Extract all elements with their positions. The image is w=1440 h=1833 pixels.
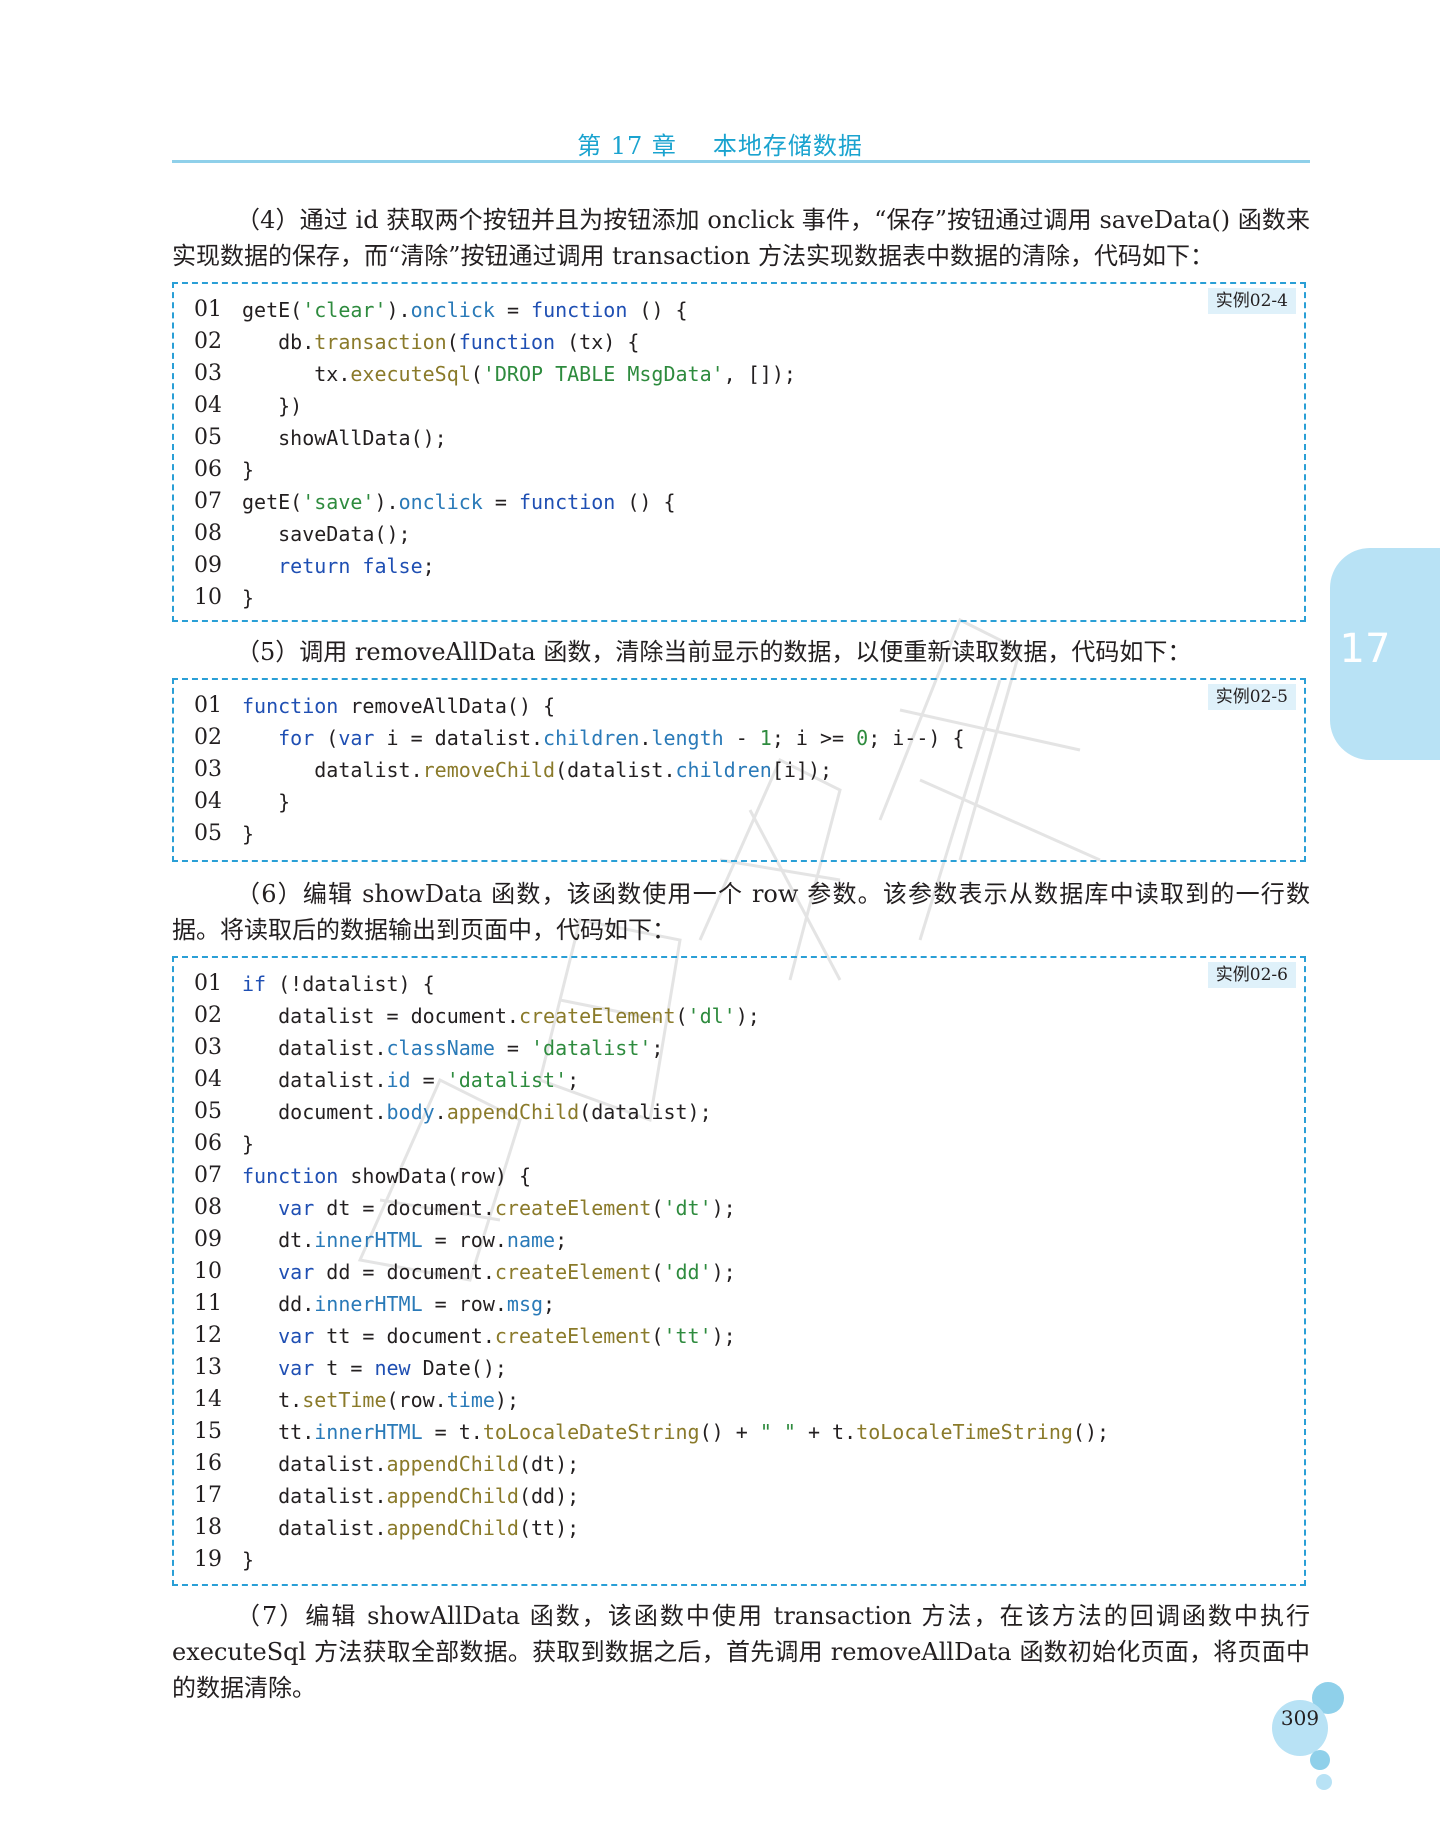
line-number: 06 — [194, 457, 222, 482]
line-number: 02 — [194, 329, 222, 354]
line-number: 02 — [194, 1003, 222, 1028]
code-block-02-4: 实例02-4 01 getE('clear').onclick = functio… — [172, 282, 1306, 622]
line-number: 01 — [194, 971, 222, 996]
line-number: 09 — [194, 1227, 222, 1252]
line-number: 03 — [194, 1035, 222, 1060]
code-text: dd.innerHTML = row.msg; — [242, 1292, 556, 1316]
code-block-02-5: 实例02-5 01 function removeAllData() { 02 fo… — [172, 678, 1306, 862]
line-number: 16 — [194, 1451, 222, 1476]
line-number: 14 — [194, 1387, 222, 1412]
code-text: for (var i = datalist.children.length - … — [278, 726, 965, 750]
code-text: var t = new Date(); — [278, 1356, 507, 1380]
line-number: 03 — [194, 757, 222, 782]
code-text: } — [242, 822, 255, 846]
code-text: var tt = document.createElement('tt'); — [278, 1324, 736, 1348]
chapter-side-tab-number: 17 — [1339, 626, 1391, 672]
code-text: showAllData(); — [242, 426, 447, 450]
line-number: 17 — [194, 1483, 222, 1508]
line-number: 07 — [194, 1163, 222, 1188]
line-number: 18 — [194, 1515, 222, 1540]
code-text: function removeAllData() { — [242, 694, 556, 718]
code-text: } — [242, 586, 255, 610]
code-text: }) — [242, 394, 303, 418]
code-text: datalist.className = 'datalist'; — [242, 1036, 664, 1060]
code-text: tt.innerHTML = t.toLocaleDateString() + … — [242, 1420, 1110, 1444]
code-text: datalist.removeChild(datalist.children[i… — [242, 758, 833, 782]
line-number: 04 — [194, 1067, 222, 1092]
line-number: 05 — [194, 821, 222, 846]
header-rule — [172, 160, 1310, 163]
code-text: } — [242, 790, 291, 814]
code-text: getE('clear').onclick = function () { — [242, 298, 688, 322]
code-text: db.transaction(function (tx) { — [242, 330, 640, 354]
line-number: 13 — [194, 1355, 222, 1380]
code-text: datalist.appendChild(dt); — [242, 1452, 580, 1476]
line-number: 10 — [194, 1259, 222, 1284]
code-block-02-6: 实例02-6 01 if (!datalist) { 02 datalist = d… — [172, 956, 1306, 1586]
line-number: 01 — [194, 297, 222, 322]
code-text: getE('save').onclick = function () { — [242, 490, 676, 514]
code-text: dt.innerHTML = row.name; — [242, 1228, 568, 1252]
code-text: datalist.appendChild(tt); — [242, 1516, 580, 1540]
code-text: } — [242, 458, 255, 482]
page-number: 309 — [1280, 1706, 1320, 1730]
line-number: 04 — [194, 789, 222, 814]
line-number: 01 — [194, 693, 222, 718]
running-header: 第 17 章 本地存储数据 — [0, 126, 1440, 161]
code-text: tx.executeSql('DROP TABLE MsgData', []); — [242, 362, 796, 386]
paragraph-step-4: （4）通过 id 获取两个按钮并且为按钮添加 onclick 事件，“保存”按钮… — [172, 206, 1310, 270]
line-number: 15 — [194, 1419, 222, 1444]
code-text: saveData(); — [242, 522, 411, 546]
line-number: 03 — [194, 361, 222, 386]
example-tag: 实例02-5 — [1207, 684, 1296, 710]
paragraph-step-7: （7）编辑 showAllData 函数，该函数中使用 transaction … — [172, 1602, 1310, 1702]
line-number: 05 — [194, 425, 222, 450]
code-text: document.body.appendChild(datalist); — [242, 1100, 712, 1124]
code-text: datalist.appendChild(dd); — [242, 1484, 580, 1508]
code-text: datalist = document.createElement('dl'); — [242, 1004, 760, 1028]
line-number: 12 — [194, 1323, 222, 1348]
line-number: 08 — [194, 1195, 222, 1220]
line-number: 07 — [194, 489, 222, 514]
code-text: var dd = document.createElement('dd'); — [278, 1260, 736, 1284]
code-text: } — [242, 1132, 255, 1156]
code-text: } — [242, 1548, 255, 1572]
paragraph-step-5: （5）调用 removeAllData 函数，清除当前显示的数据，以便重新读取数… — [236, 638, 1192, 666]
line-number: 08 — [194, 521, 222, 546]
code-text: return false; — [278, 554, 435, 578]
line-number: 11 — [194, 1291, 222, 1316]
code-text: function showData(row) { — [242, 1164, 531, 1188]
code-text: if (!datalist) { — [242, 972, 435, 996]
code-text: t.setTime(row.time); — [242, 1388, 519, 1412]
line-number: 09 — [194, 553, 222, 578]
example-tag: 实例02-6 — [1207, 962, 1296, 988]
line-number: 02 — [194, 725, 222, 750]
example-tag: 实例02-4 — [1207, 288, 1296, 314]
chapter-title: 本地存储数据 — [712, 132, 863, 160]
line-number: 04 — [194, 393, 222, 418]
code-text: datalist.id = 'datalist'; — [242, 1068, 580, 1092]
code-text: var dt = document.createElement('dt'); — [278, 1196, 736, 1220]
paragraph-step-6: （6）编辑 showData 函数，该函数使用一个 row 参数。该参数表示从数… — [172, 880, 1310, 944]
line-number: 10 — [194, 585, 222, 610]
line-number: 05 — [194, 1099, 222, 1124]
line-number: 19 — [194, 1547, 222, 1572]
line-number: 06 — [194, 1131, 222, 1156]
chapter-number: 第 17 章 — [577, 132, 677, 160]
